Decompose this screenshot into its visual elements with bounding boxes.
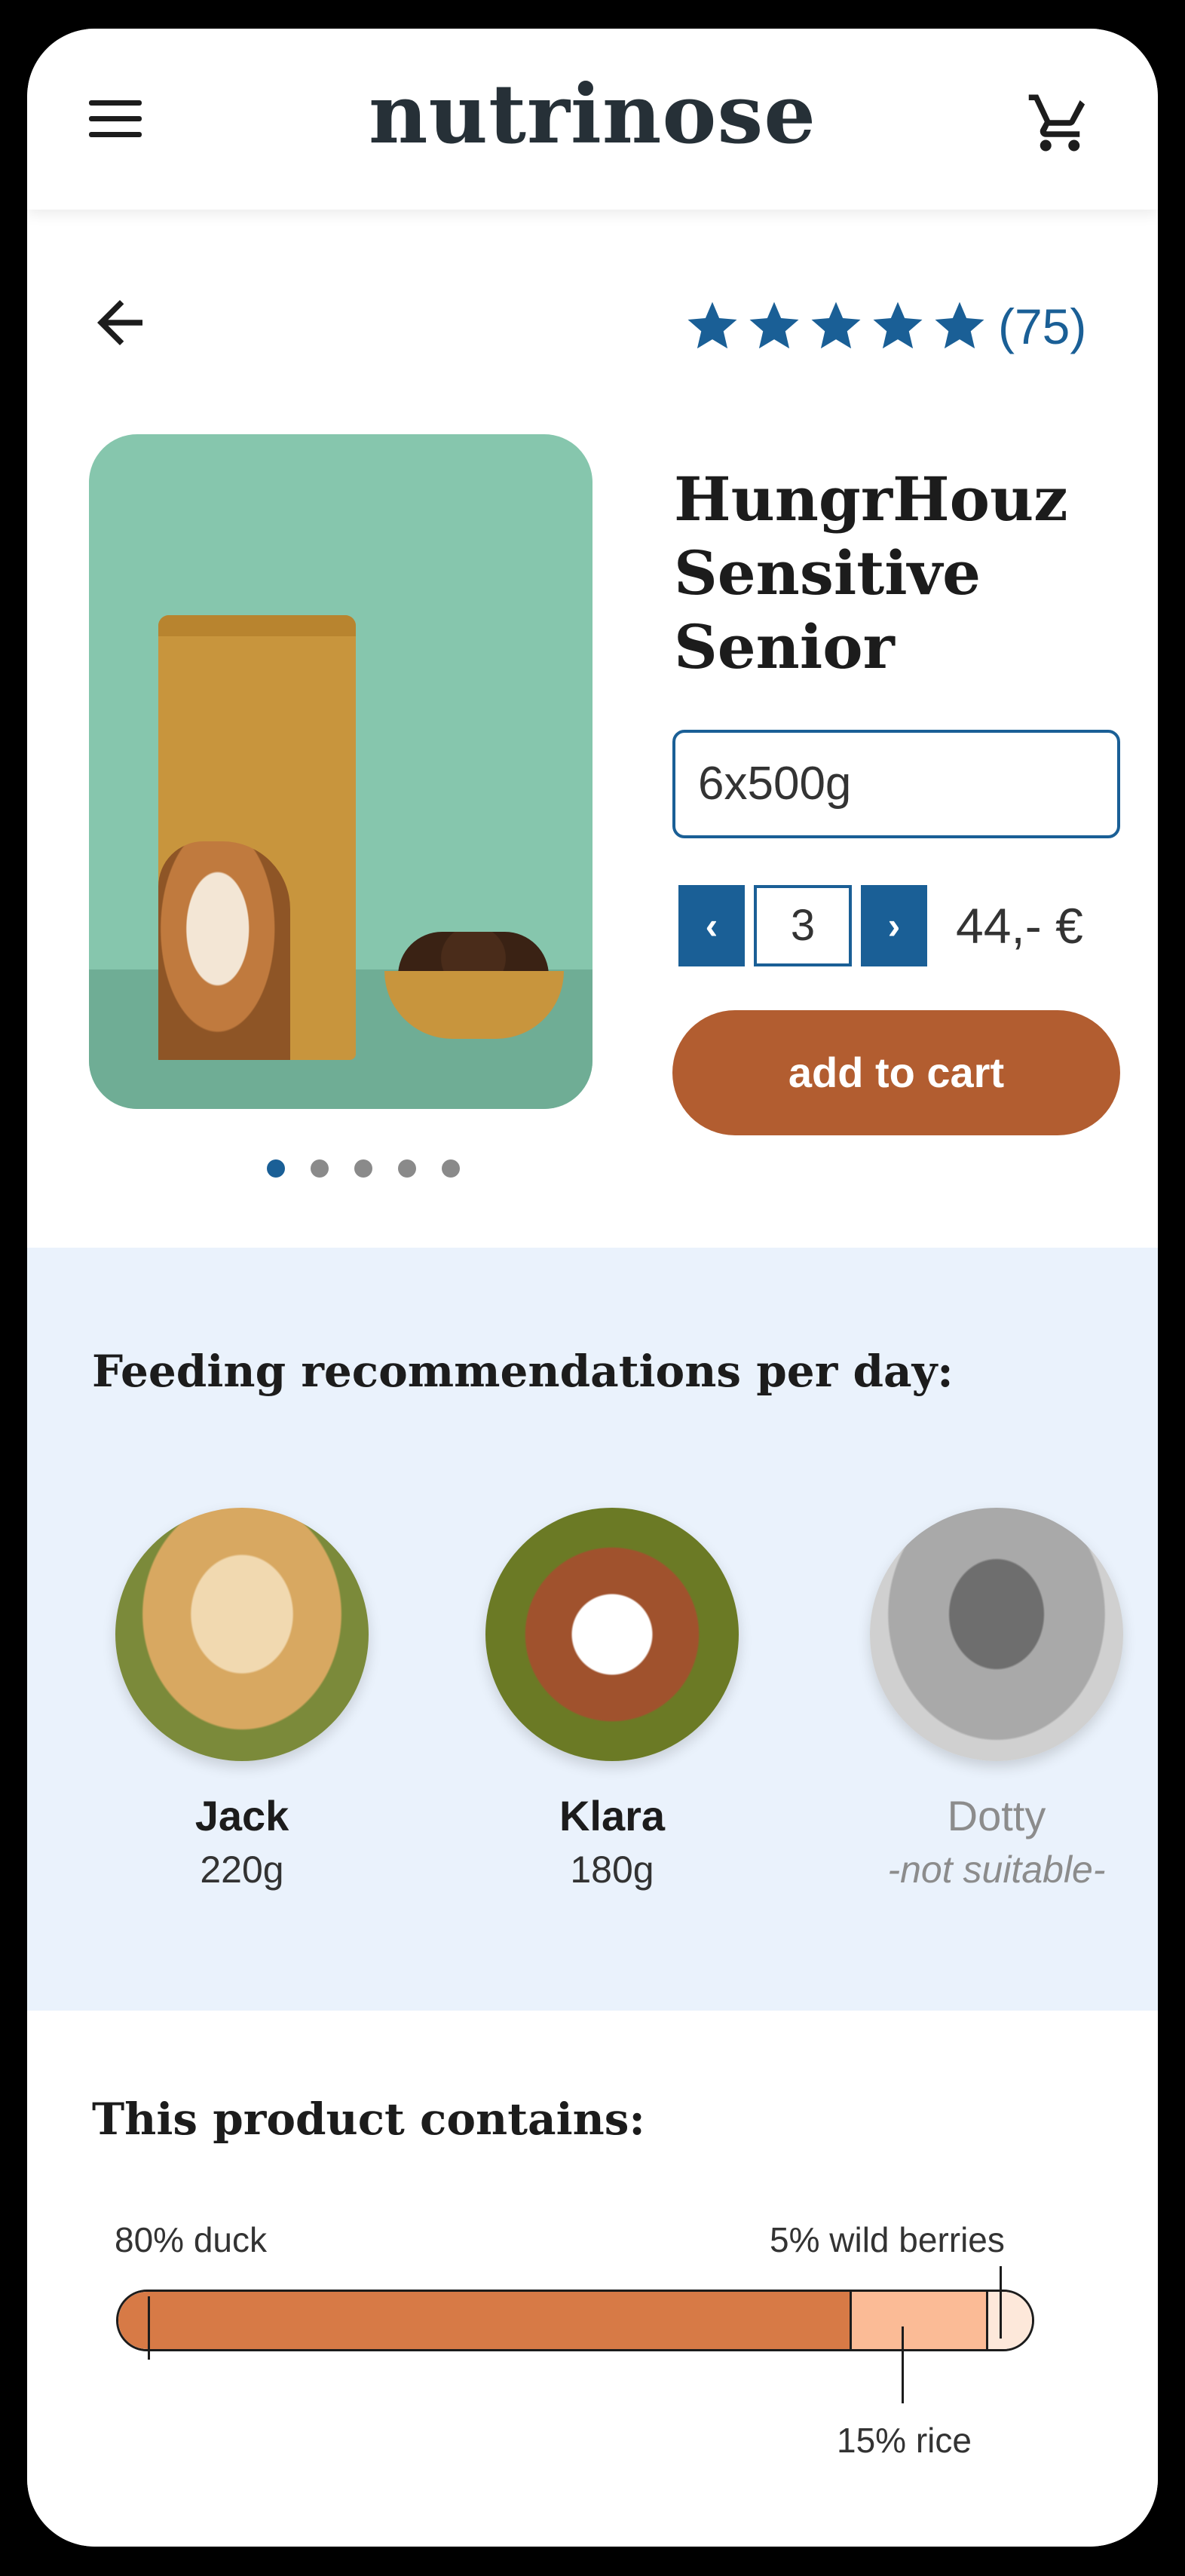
shopping-cart-icon[interactable] <box>1026 89 1094 157</box>
gallery-dot[interactable] <box>311 1159 329 1178</box>
product-title-line: HungrHouz <box>674 464 1068 534</box>
star-icon <box>749 302 799 349</box>
quantity-value[interactable]: 3 <box>754 885 852 966</box>
feeding-recommendations-section: Feeding recommendations per day: Jack 22… <box>27 1248 1158 2011</box>
ingredients-section: This product contains: <box>27 2011 1158 2547</box>
ingredient-label-duck: 80% duck <box>115 2220 268 2259</box>
gallery-dot[interactable] <box>442 1159 460 1178</box>
gallery-dot[interactable] <box>398 1159 416 1178</box>
size-select[interactable]: 6x500g <box>672 730 1120 838</box>
brand-logo[interactable]: nutrinose <box>27 74 1158 155</box>
dog-name: Jack <box>194 1792 289 1839</box>
rating-count: (75) <box>998 299 1087 354</box>
gallery-pagination <box>267 1159 460 1178</box>
phone-screen: nutrinose (75) HungrHouz Sensitive Senio… <box>27 29 1158 2547</box>
ingredients-bar <box>116 2290 1034 2351</box>
ingredient-segment-rice <box>849 2292 987 2349</box>
dog-on-bag-illustration <box>158 841 290 1060</box>
product-image[interactable] <box>89 434 592 1109</box>
dog-card-klara[interactable]: Klara 180g <box>484 1508 740 1891</box>
ingredient-segment-wild-berries <box>986 2292 1032 2349</box>
pet-food-bag-illustration <box>158 615 356 1060</box>
top-app-bar: nutrinose <box>27 29 1158 210</box>
dog-avatar-jack <box>115 1508 369 1761</box>
rice-marker <box>902 2326 904 2403</box>
gallery-dot[interactable] <box>267 1159 285 1178</box>
duck-marker <box>148 2296 150 2360</box>
star-icon <box>873 302 923 349</box>
ingredient-label-wild-berries: 5% wild berries <box>770 2220 1005 2259</box>
dog-avatar-klara <box>485 1508 739 1761</box>
star-icon <box>935 302 984 349</box>
dog-name: Klara <box>559 1792 666 1839</box>
dog-card-dotty[interactable]: Dotty -not suitable- <box>868 1508 1125 1891</box>
dog-name: Dotty <box>947 1792 1046 1839</box>
arrow-left-icon[interactable] <box>86 289 154 357</box>
dog-card-jack[interactable]: Jack 220g <box>114 1508 370 1891</box>
ingredient-segment-duck <box>118 2292 850 2349</box>
rating-stars <box>683 297 989 356</box>
ingredients-title: This product contains: <box>92 2094 645 2145</box>
star-icon <box>811 302 861 349</box>
product-title: HungrHouz Sensitive Senior <box>674 462 1126 684</box>
quantity-decrease-button[interactable]: ‹ <box>678 885 745 966</box>
product-title-line: Sensitive <box>674 538 981 608</box>
dog-avatar-dotty <box>870 1508 1123 1761</box>
product-title-line: Senior <box>674 611 895 682</box>
gallery-dot[interactable] <box>354 1159 372 1178</box>
dog-amount: -not suitable- <box>887 1849 1106 1891</box>
wild-berries-marker <box>1000 2266 1002 2339</box>
dog-amount: 180g <box>570 1849 654 1891</box>
quantity-increase-button[interactable]: › <box>861 885 927 966</box>
add-to-cart-button[interactable]: add to cart <box>672 1010 1120 1135</box>
price: 44,- € <box>956 898 1083 954</box>
dog-amount: 220g <box>200 1849 284 1891</box>
star-icon <box>687 302 737 349</box>
ingredient-label-rice: 15% rice <box>837 2421 972 2460</box>
feeding-title: Feeding recommendations per day: <box>92 1346 954 1397</box>
product-rating[interactable]: (75) <box>683 293 1086 360</box>
